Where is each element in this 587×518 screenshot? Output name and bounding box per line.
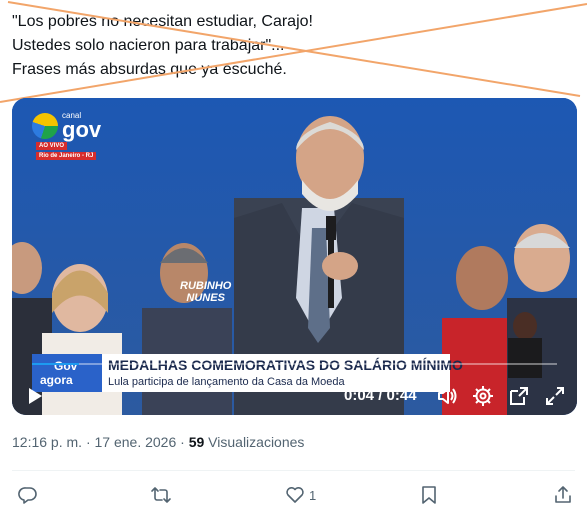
bookmark-icon: [422, 486, 436, 504]
channel-name-big: gov: [62, 117, 102, 142]
name-tag-line-2: NUNES: [186, 292, 225, 304]
channel-logo: canal gov: [32, 112, 102, 142]
heart-icon: [286, 487, 304, 503]
bookmark-button[interactable]: [420, 484, 438, 506]
banner-title: MEDALHAS COMEMORATIVAS DO SALÁRIO MÍNIMO: [108, 357, 463, 373]
repost-icon: [151, 487, 171, 503]
repost-button[interactable]: [150, 484, 172, 506]
tweet-line-1: "Los pobres no necesitan estudiar, Caraj…: [12, 13, 313, 30]
name-tag-line-1: RUBINHO: [180, 280, 232, 292]
play-icon[interactable]: [26, 387, 44, 405]
pip-icon[interactable]: [508, 385, 530, 407]
views-count: 59: [188, 434, 205, 450]
channel-logo-icon: [32, 113, 58, 139]
like-button[interactable]: 1: [285, 484, 316, 506]
tweet-date[interactable]: 17 ene. 2026: [95, 434, 177, 450]
name-tag: RUBINHO NUNES: [180, 280, 231, 304]
settings-gear-icon[interactable]: [472, 385, 494, 407]
fullscreen-icon[interactable]: [544, 385, 566, 407]
progress-bar[interactable]: [32, 363, 557, 365]
video-player[interactable]: canal gov AO VIVO Rio de Janeiro - RJ RU…: [12, 98, 577, 415]
tweet-meta: 12:16 p. m. · 17 ene. 2026 · 59 Visualiz…: [12, 434, 304, 450]
tweet-line-2: Ustedes solo nacieron para trabajar"...: [12, 37, 285, 54]
share-icon: [555, 486, 571, 503]
tweet-actions: 1: [0, 484, 587, 508]
tweet-line-3: Frases más absurdas que ya escuché.: [12, 61, 287, 78]
location-badge: Rio de Janeiro - RJ: [36, 152, 97, 160]
like-count: 1: [309, 487, 317, 503]
divider: [12, 470, 575, 471]
live-badge: AO VIVO: [36, 142, 68, 150]
share-button[interactable]: [553, 484, 573, 506]
gov-agora-logo-line-1: Gov: [54, 359, 78, 373]
video-time: 0:04 / 0:44: [344, 387, 417, 404]
meta-separator: ·: [85, 434, 95, 450]
video-controls: 0:04 / 0:44: [12, 379, 577, 415]
reply-button[interactable]: [18, 484, 38, 506]
meta-separator: ·: [180, 434, 189, 450]
volume-icon[interactable]: [436, 385, 458, 407]
progress-fill: [32, 363, 80, 365]
tweet-time[interactable]: 12:16 p. m.: [12, 434, 82, 450]
reply-icon: [18, 487, 37, 504]
tweet-text: "Los pobres no necesitan estudiar, Caraj…: [12, 10, 572, 82]
views-label: Visualizaciones: [208, 434, 305, 450]
